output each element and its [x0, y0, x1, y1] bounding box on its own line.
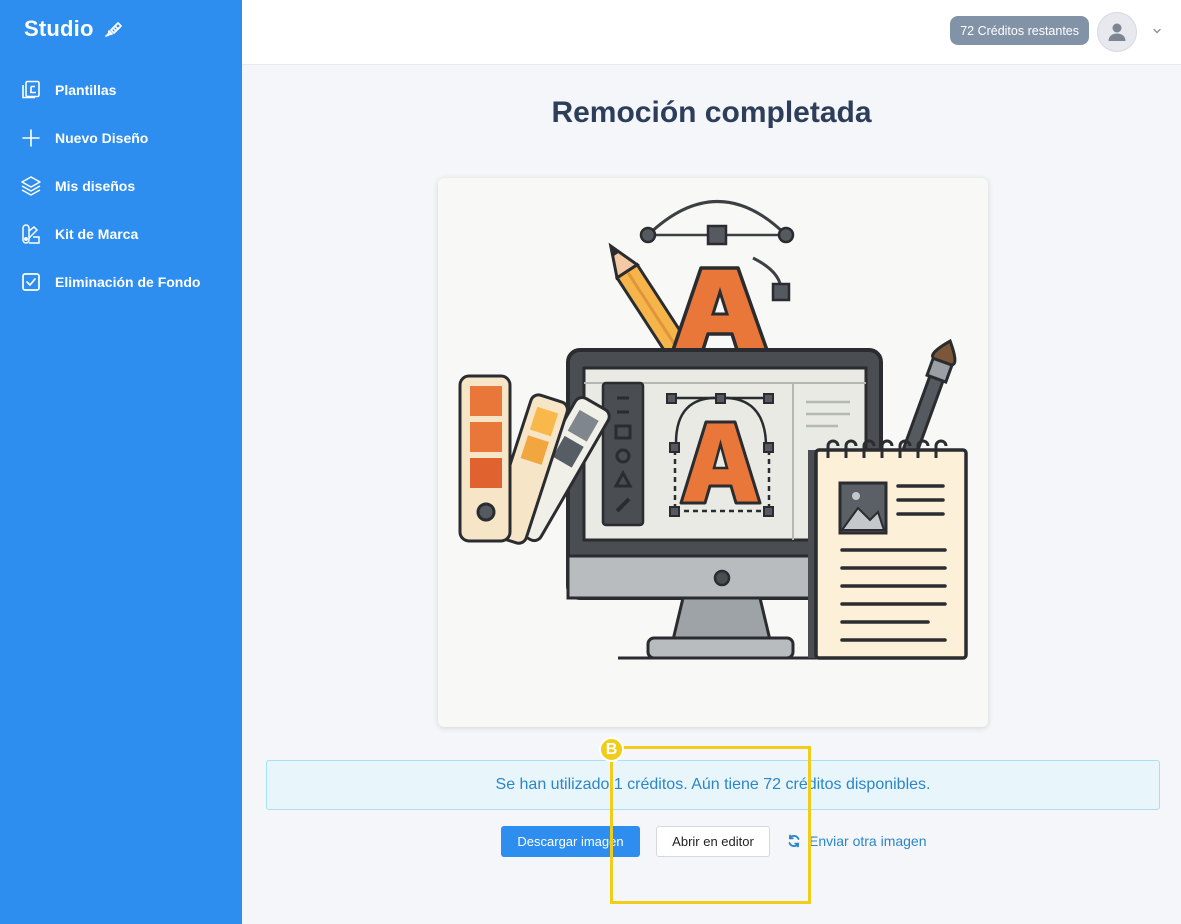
sidebar-nav: Plantillas Nuevo Diseño Mis diseños Kit … [0, 66, 242, 306]
sidebar-item-label: Eliminación de Fondo [55, 274, 201, 290]
user-avatar[interactable] [1097, 12, 1137, 52]
top-header: 72 Créditos restantes [242, 0, 1181, 65]
sidebar-item-eliminacion-de-fondo[interactable]: Eliminación de Fondo [0, 258, 242, 306]
brush-logo-icon [102, 18, 124, 40]
chevron-down-icon[interactable] [1151, 24, 1163, 36]
send-another-image-link[interactable]: Enviar otra imagen [787, 833, 927, 849]
open-in-editor-button[interactable]: Abrir en editor [656, 826, 770, 857]
download-image-button[interactable]: Descargar imagen [501, 826, 640, 857]
sidebar: Studio Plantillas Nuevo Diseño Mis diseñ… [0, 0, 242, 924]
layers-icon [20, 175, 42, 197]
user-icon [1108, 23, 1126, 41]
sidebar-item-kit-de-marca[interactable]: Kit de Marca [0, 210, 242, 258]
design-illustration [458, 200, 968, 660]
plus-icon [20, 127, 42, 149]
brand-name: Studio [24, 16, 94, 41]
sidebar-item-label: Nuevo Diseño [55, 130, 149, 146]
credits-badge: 72 Créditos restantes [950, 16, 1089, 45]
checkbox-icon [20, 271, 42, 293]
page-title: Remoción completada [551, 96, 872, 129]
sidebar-item-label: Plantillas [55, 82, 117, 98]
sidebar-item-label: Kit de Marca [55, 226, 139, 242]
templates-icon [20, 79, 42, 101]
brand-kit-icon [20, 223, 42, 245]
sidebar-item-mis-disenos[interactable]: Mis diseños [0, 162, 242, 210]
send-another-image-label: Enviar otra imagen [809, 833, 927, 849]
result-image [438, 178, 988, 727]
sidebar-item-nuevo-diseno[interactable]: Nuevo Diseño [0, 114, 242, 162]
sidebar-item-label: Mis diseños [55, 178, 136, 194]
credits-info-alert: Se han utilizado 1 créditos. Aún tiene 7… [266, 760, 1160, 810]
brand[interactable]: Studio [24, 16, 124, 42]
refresh-icon [788, 834, 800, 848]
sidebar-item-plantillas[interactable]: Plantillas [0, 66, 242, 114]
annotation-marker-badge: B [599, 737, 624, 762]
